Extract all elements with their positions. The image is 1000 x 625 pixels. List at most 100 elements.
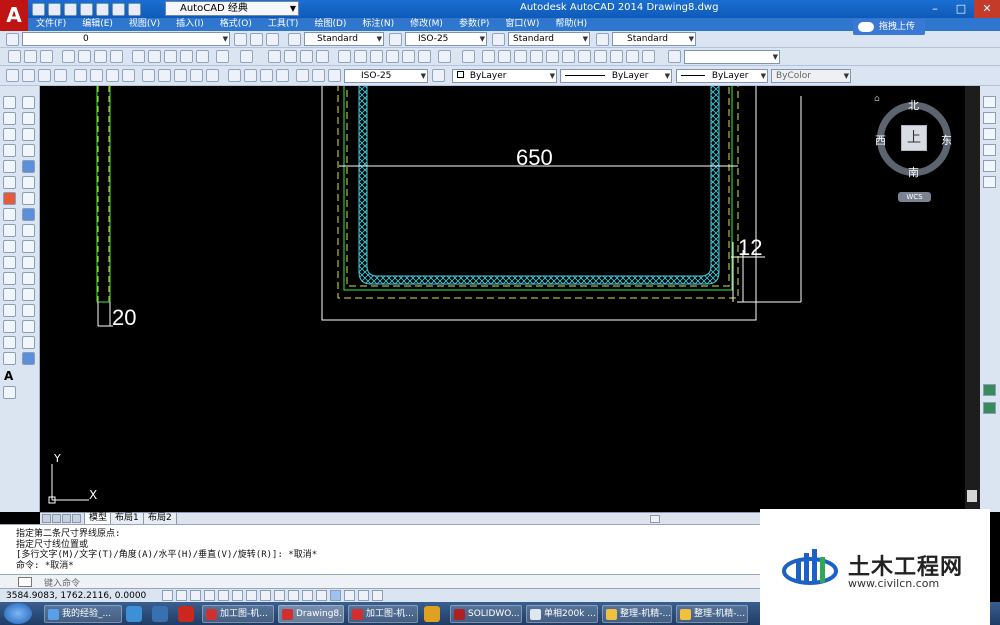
design-center-icon[interactable] [354,50,367,63]
center-mark-icon[interactable] [244,69,257,82]
autocad-logo-button[interactable]: A [0,0,28,31]
quick-dimension-icon[interactable] [142,69,155,82]
insert-block-icon[interactable] [3,272,16,285]
pinned-app-icon[interactable] [126,606,142,622]
close-button[interactable]: ✕ [974,0,1000,18]
add-selected-icon[interactable] [3,386,16,399]
tab-first-icon[interactable] [42,514,51,523]
menu-insert[interactable]: 插入(I) [168,18,212,31]
copy-icon[interactable] [148,50,161,63]
menu-help[interactable]: 帮助(H) [547,18,595,31]
jogged-dimension-icon[interactable] [90,69,103,82]
zoom-previous-icon[interactable] [316,50,329,63]
compass-south-label[interactable]: 南 [908,164,919,180]
command-line[interactable]: 键入命令 [0,574,760,589]
explode-icon[interactable] [22,352,35,365]
object-snap-tracking-icon[interactable] [260,590,271,601]
save-icon[interactable] [64,2,77,16]
dimension-space-icon[interactable] [190,69,203,82]
menu-view[interactable]: 视图(V) [121,18,168,31]
move-icon[interactable] [22,176,35,189]
box-icon[interactable] [482,50,495,63]
se-iso-icon[interactable] [610,50,623,63]
workspace-select[interactable]: AutoCAD 经典 ▼ [165,1,299,16]
ne-iso-icon[interactable] [626,50,639,63]
table-style-select[interactable]: Standard ▼ [508,32,590,46]
construction-line-icon[interactable] [3,112,16,125]
print-icon[interactable] [96,2,109,16]
tolerance-icon[interactable] [228,69,241,82]
text-to-front-icon[interactable] [983,176,996,188]
maximize-button[interactable]: □ [948,0,974,18]
menu-tools[interactable]: 工具(T) [260,18,307,31]
menu-window[interactable]: 窗口(W) [497,18,547,31]
taskbar-item[interactable]: 加工图-机... [202,605,274,623]
tab-next-icon[interactable] [62,514,71,523]
polygon-icon[interactable] [3,144,16,157]
snap-mode-icon[interactable] [176,590,187,601]
drawing-canvas[interactable]: 650 12 20 Y X [41,86,965,512]
taskbar-item[interactable]: SOLIDWO... [450,605,522,623]
ellipse-arc-icon[interactable] [3,256,16,269]
rotate-icon[interactable] [22,192,35,205]
zoom-window-icon[interactable] [300,50,313,63]
gradient-icon[interactable] [3,336,16,349]
new-icon[interactable] [8,50,21,63]
rectangle-icon[interactable] [3,160,16,173]
make-block-icon[interactable] [3,288,16,301]
plot-preview-icon[interactable] [78,50,91,63]
infer-constraints-icon[interactable] [162,590,173,601]
redo-icon[interactable] [240,50,253,63]
fillet-icon[interactable] [22,336,35,349]
pan-icon[interactable] [268,50,281,63]
plot-style-select[interactable]: ByColor ▼ [771,69,851,83]
angular-dimension-icon[interactable] [122,69,135,82]
continue-dimension-icon[interactable] [174,69,187,82]
save-icon[interactable] [40,50,53,63]
compass-west-label[interactable]: 西 [875,132,886,148]
menu-dimension[interactable]: 标注(N) [354,18,402,31]
radius-dimension-icon[interactable] [74,69,87,82]
dimension-break-icon[interactable] [206,69,219,82]
tab-last-icon[interactable] [72,514,81,523]
dimension-style-select[interactable]: ISO-25 ▼ [405,32,487,46]
join-icon[interactable] [22,304,35,317]
layer-select[interactable]: 0 ▼ [22,32,230,46]
scale-icon[interactable] [22,208,35,221]
open-icon[interactable] [24,50,37,63]
paste-icon[interactable] [164,50,177,63]
send-to-back-icon[interactable] [983,128,996,140]
menu-file[interactable]: 文件(F) [28,18,74,31]
3d-object-snap-icon[interactable] [246,590,257,601]
ordinate-dimension-icon[interactable] [54,69,67,82]
arc-icon[interactable] [3,176,16,189]
point-icon[interactable] [3,304,16,317]
send-under-icon[interactable] [983,160,996,172]
dimension-edit-icon[interactable] [296,69,309,82]
color-select[interactable]: ByLayer ▼ [452,69,557,83]
dynamic-input-icon[interactable] [288,590,299,601]
hatch-icon[interactable] [3,320,16,333]
menu-format[interactable]: 格式(O) [212,18,260,31]
publish-icon[interactable] [94,50,107,63]
model-space-icon[interactable] [372,590,383,601]
draw-order-icon[interactable] [983,96,996,108]
ortho-mode-icon[interactable] [204,590,215,601]
horizontal-scroll-left-icon[interactable] [650,515,660,523]
object-snap-icon[interactable] [232,590,243,601]
bottom-view-icon[interactable] [514,50,527,63]
back-view-icon[interactable] [578,50,591,63]
dimension-style-select-2[interactable]: ISO-25 ▼ [344,69,428,83]
offset-icon[interactable] [22,144,35,157]
cut-icon[interactable] [132,50,145,63]
selection-cycling-icon[interactable] [344,590,355,601]
save-as-icon[interactable] [80,2,93,16]
viewcube[interactable]: 上 北 南 东 西 [875,96,953,180]
home-icon[interactable]: ⌂ [874,94,883,104]
ellipse-icon[interactable] [3,240,16,253]
extend-icon[interactable] [22,256,35,269]
top-view-icon[interactable] [498,50,511,63]
quickcalc-icon[interactable] [418,50,431,63]
multileader-style-icon[interactable] [596,33,609,46]
table-icon[interactable] [3,352,16,365]
